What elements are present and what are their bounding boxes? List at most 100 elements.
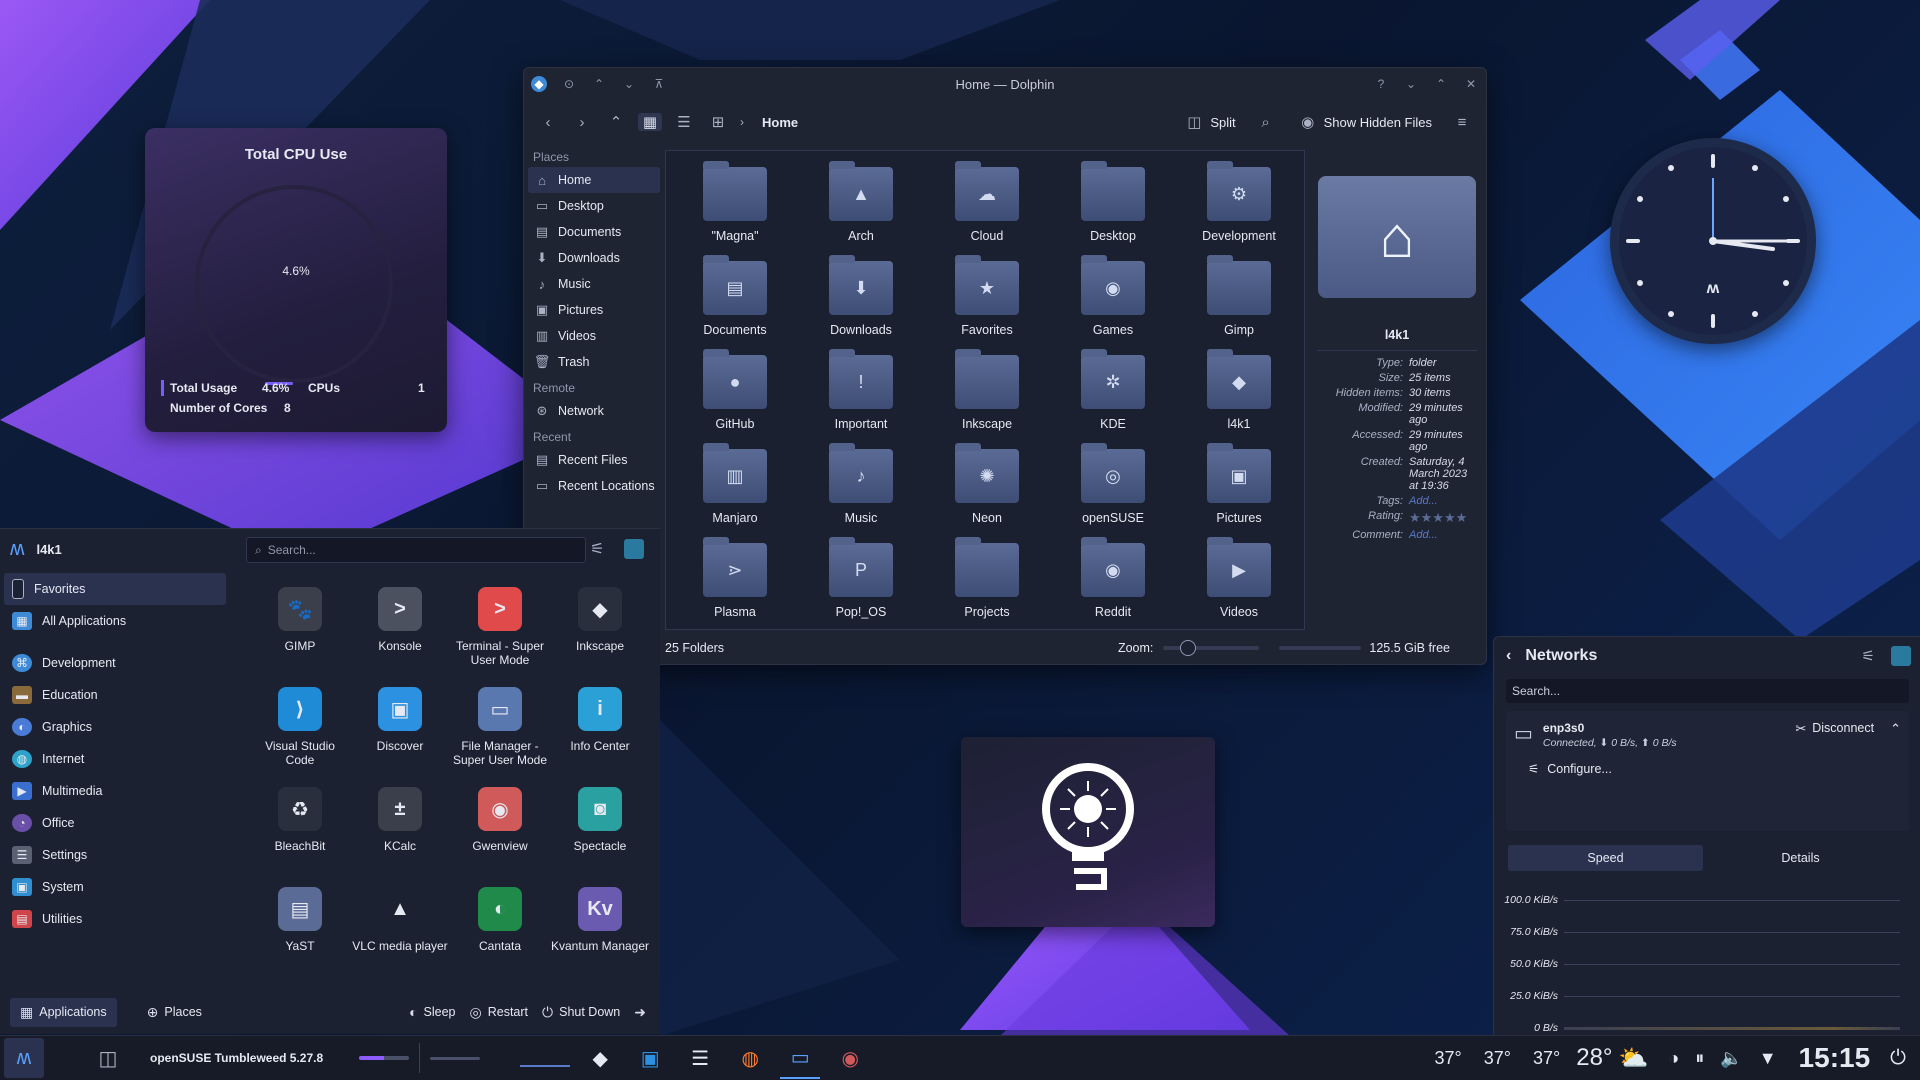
category-multimedia[interactable]: ▶ Multimedia [0, 775, 230, 807]
folder-item[interactable]: ● GitHub [672, 345, 798, 439]
split-button[interactable]: Split [1210, 115, 1235, 130]
details-view-icon[interactable]: ⊞ [706, 113, 730, 131]
sleep-button[interactable]: ◐ Sleep [409, 1004, 455, 1020]
folder-item[interactable]: ▣ Pictures [1176, 439, 1302, 533]
places-tab[interactable]: ⊕ Places [147, 1004, 202, 1021]
back-icon[interactable]: ‹ [536, 114, 560, 131]
category-settings[interactable]: ☰ Settings [0, 839, 230, 871]
folder-item[interactable]: P Pop!_OS [798, 533, 924, 627]
partly-cloudy-icon[interactable]: ⛅ [1619, 1044, 1649, 1073]
media-progress-bar[interactable] [430, 1056, 481, 1060]
close-icon[interactable]: ✕ [1463, 76, 1479, 92]
place-network[interactable]: ⊛ Network [524, 398, 664, 424]
discover-taskbar-icon[interactable]: ▣ [630, 1038, 670, 1078]
folder-item[interactable]: ▥ Manjaro [672, 439, 798, 533]
applications-tab[interactable]: ▦ Applications [10, 997, 117, 1027]
eye-icon[interactable]: ◉ [1296, 113, 1320, 131]
place-downloads[interactable]: ⬇ Downloads [524, 245, 664, 271]
folder-item[interactable]: ◉ Games [1050, 251, 1176, 345]
split-icon[interactable]: ◫ [1182, 113, 1206, 131]
back-arrow-icon[interactable]: ‹ [1506, 647, 1511, 665]
network-search-input[interactable]: Search... [1512, 684, 1560, 698]
search-icon[interactable]: ⌕ [1254, 114, 1278, 131]
connection-item[interactable]: ▭ enp3s0 Connected, ⬇ 0 B/s, ⬆ 0 B/s ✂ D… [1506, 711, 1909, 831]
folder-item[interactable]: Desktop [1050, 157, 1176, 251]
add-tags-link[interactable]: Add... [1409, 495, 1477, 507]
volume-slider[interactable] [359, 1056, 410, 1060]
folder-item[interactable]: ▲ Arch [798, 157, 924, 251]
dolphin-taskbar-icon[interactable]: ▭ [780, 1037, 821, 1079]
folder-item[interactable]: ⋗ Plasma [672, 533, 798, 627]
up-icon[interactable]: ⌃ [604, 113, 628, 131]
pin-applet-icon[interactable] [1891, 646, 1911, 666]
folder-item[interactable]: ▤ Documents [672, 251, 798, 345]
folder-item[interactable]: ⬇ Downloads [798, 251, 924, 345]
power-icon[interactable]: ⏻ [1890, 1047, 1906, 1070]
place-desktop[interactable]: ▭ Desktop [524, 193, 664, 219]
category-development[interactable]: ⌘ Development [0, 647, 230, 679]
app-item[interactable]: ▣ Discover [350, 679, 450, 779]
network-settings-icon[interactable]: ⚟ [1862, 647, 1875, 665]
network-search-field[interactable]: Search... [1506, 679, 1909, 703]
launcher-button[interactable]: ʍ [4, 1038, 44, 1078]
app-item[interactable]: i Info Center [550, 679, 650, 779]
folder-item[interactable]: ⚙ Development [1176, 157, 1302, 251]
category-office[interactable]: ◔ Office [0, 807, 230, 839]
weather-temperature[interactable]: 28° [1576, 1044, 1612, 1072]
folder-item[interactable]: ✺ Neon [924, 439, 1050, 533]
gwenview-taskbar-icon[interactable]: ◉ [830, 1038, 870, 1078]
category-internet[interactable]: ◍ Internet [0, 743, 230, 775]
collapse-chevron-icon[interactable]: ⌃ [1890, 721, 1901, 737]
network-tray-icon[interactable]: ▼ [1759, 1048, 1777, 1069]
folder-item[interactable]: Gimp [1176, 251, 1302, 345]
folder-item[interactable]: ✲ KDE [1050, 345, 1176, 439]
settings-taskbar-icon[interactable]: ☰ [680, 1038, 720, 1078]
keep-above-icon[interactable]: ⌃ [591, 76, 607, 92]
category-graphics[interactable]: ◐ Graphics [0, 711, 230, 743]
configure-button[interactable]: Configure... [1547, 762, 1612, 776]
media-pause-icon[interactable]: ⏸ [1695, 1048, 1704, 1069]
shade-icon[interactable]: ⊼ [651, 76, 667, 92]
folder-item[interactable]: Inkscape [924, 345, 1050, 439]
app-item[interactable]: ⟩ Visual Studio Code [250, 679, 350, 779]
window-switcher-icon[interactable]: ◫ [88, 1038, 128, 1078]
folder-item[interactable]: ◎ openSUSE [1050, 439, 1176, 533]
place-documents[interactable]: ▤ Documents [524, 219, 664, 245]
app-item[interactable]: ◙ Spectacle [550, 779, 650, 879]
app-item[interactable]: 🐾 GIMP [250, 579, 350, 679]
forward-icon[interactable]: › [570, 114, 594, 131]
breadcrumb[interactable]: Home [762, 115, 798, 130]
maximize-icon[interactable]: ⌃ [1433, 76, 1449, 92]
folder-item[interactable]: "Magna" [672, 157, 798, 251]
place-music[interactable]: ♪ Music [524, 271, 664, 297]
app-item[interactable]: ▲ VLC media player [350, 879, 450, 979]
tab-details[interactable]: Details [1703, 845, 1898, 871]
hamburger-menu-icon[interactable]: ≡ [1450, 114, 1474, 131]
app-item[interactable]: > Terminal - Super User Mode [450, 579, 550, 679]
keep-below-icon[interactable]: ⌄ [621, 76, 637, 92]
app-item[interactable]: ▭ File Manager - Super User Mode [450, 679, 550, 779]
place-recent-locations[interactable]: ▭ Recent Locations [524, 473, 664, 499]
dolphin-titlebar[interactable]: ◆ ⊙ ⌃ ⌄ ⊼ Home — Dolphin ? ⌄ ⌃ ✕ [524, 68, 1486, 100]
zoom-slider[interactable] [1163, 640, 1260, 656]
category-favorites[interactable]: Favorites [4, 573, 226, 605]
volume-icon[interactable]: 🔈 [1720, 1048, 1742, 1069]
compact-view-icon[interactable]: ☰ [672, 113, 696, 131]
restart-button[interactable]: ◎ Restart [470, 1004, 529, 1021]
inkscape-taskbar-icon[interactable]: ◆ [580, 1038, 620, 1078]
app-item[interactable]: Kv Kvantum Manager [550, 879, 650, 979]
folder-item[interactable]: ★ Favorites [924, 251, 1050, 345]
pin-launcher-icon[interactable] [624, 539, 644, 559]
folder-item[interactable]: ▶ Videos [1176, 533, 1302, 627]
launcher-settings-icon[interactable]: ⚟ [590, 539, 604, 559]
place-trash[interactable]: 🗑 Trash [524, 349, 664, 375]
help-icon[interactable]: ? [1373, 76, 1389, 92]
app-item[interactable]: > Konsole [350, 579, 450, 679]
app-item[interactable]: ◐ Cantata [450, 879, 550, 979]
rating-stars[interactable]: ★★★★★ [1409, 510, 1477, 526]
place-recent-files[interactable]: ▤ Recent Files [524, 447, 664, 473]
app-item[interactable]: ± KCalc [350, 779, 450, 879]
minimize-icon[interactable]: ⌄ [1403, 76, 1419, 92]
launcher-search-field[interactable]: ⌕ Search... [246, 537, 586, 563]
folder-item[interactable]: Projects [924, 533, 1050, 627]
